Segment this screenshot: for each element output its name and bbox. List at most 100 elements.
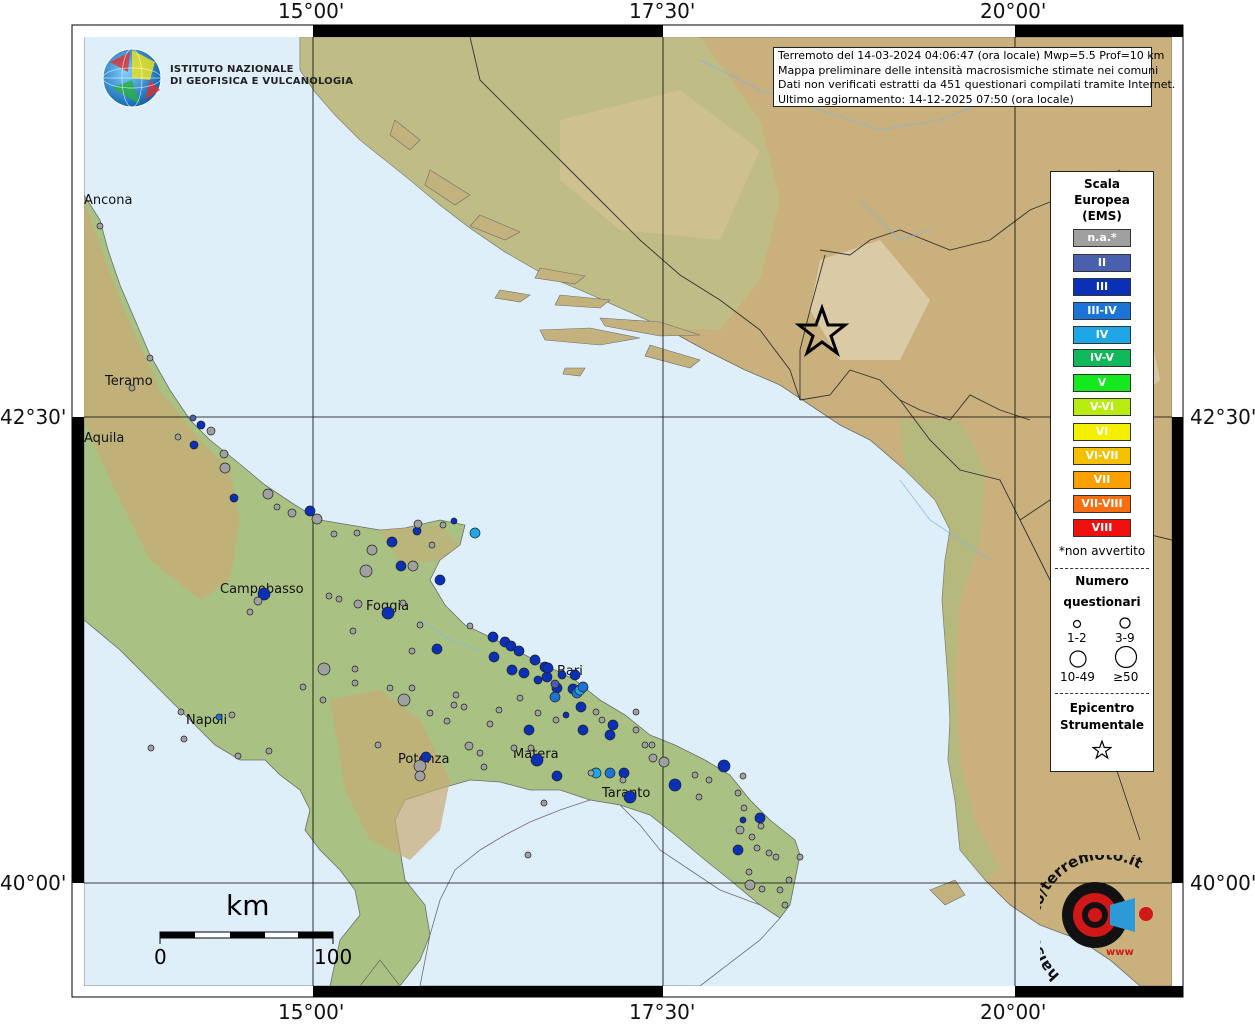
intensity-point: [557, 670, 567, 680]
intensity-point: [513, 645, 525, 657]
intensity-point: [408, 647, 416, 655]
city-teramo: Teramo: [104, 374, 153, 389]
legend-note: *non avvertito: [1058, 544, 1146, 558]
intensity-point: [374, 741, 382, 749]
intensity-point: [739, 772, 747, 780]
intensity-point: [516, 694, 524, 702]
intensity-point: [381, 606, 395, 620]
lat-label-right-2: 40°00': [1190, 871, 1255, 895]
intensity-point: [128, 384, 136, 392]
intensity-point: [443, 717, 451, 725]
intensity-point: [695, 793, 703, 801]
intensity-point: [529, 654, 541, 666]
intensity-point: [575, 701, 587, 713]
lat-label-left-1: 42°30': [0, 405, 67, 429]
intensity-point: [781, 901, 789, 909]
intensity-point: [428, 541, 436, 549]
intensity-point: [648, 741, 656, 749]
legend-epicenter-line2: Strumentale: [1059, 718, 1145, 732]
intensity-point: [754, 812, 766, 824]
intensity-point: [648, 753, 658, 763]
intensity-point: [658, 756, 670, 768]
intensity-point: [146, 354, 154, 362]
legend-chip-viii: VIII: [1073, 519, 1131, 537]
intensity-point: [215, 713, 223, 721]
intensity-point: [598, 716, 606, 724]
intensity-point: [480, 763, 488, 771]
legend-separator: [1055, 568, 1149, 569]
intensity-point: [487, 631, 499, 643]
event-info-line2: Mappa preliminare delle intensità macros…: [778, 63, 1159, 77]
legend-star-icon: [1092, 740, 1112, 760]
intensity-point: [439, 521, 447, 529]
intensity-point: [527, 744, 535, 752]
intensity-point: [174, 433, 182, 441]
intensity-point: [450, 701, 458, 709]
intensity-point: [618, 767, 630, 779]
intensity-point: [147, 744, 155, 752]
intensity-point: [325, 592, 333, 600]
intensity-point: [632, 708, 640, 716]
intensity-point: [551, 770, 563, 782]
legend-size-50: ≥50: [1113, 670, 1139, 684]
intensity-point: [319, 696, 327, 704]
intensity-point: [349, 627, 357, 635]
legend-chip-vii: VII: [1073, 471, 1131, 489]
legend-questionnaires-title: Numero questionari: [1051, 573, 1153, 611]
legend-questionnaires-line1: Numero: [1075, 574, 1129, 588]
intensity-point: [196, 420, 206, 430]
legend-title: Scala Europea (EMS): [1051, 176, 1153, 224]
intensity-point: [206, 426, 216, 436]
legend-size-1-2: 1-2: [1067, 631, 1087, 645]
intensity-point: [228, 711, 236, 719]
intensity-point: [518, 667, 530, 679]
legend-chip-iii: III: [1073, 278, 1131, 296]
intensity-point: [399, 599, 407, 607]
intensity-point: [397, 693, 411, 707]
intensity-point: [416, 621, 424, 629]
intensity-point: [253, 596, 263, 606]
intensity-point: [311, 513, 323, 525]
legend-chip-iv-v: IV-V: [1073, 349, 1131, 367]
intensity-point: [452, 691, 460, 699]
legend-chip-ii: II: [1073, 254, 1131, 272]
intensity-point: [732, 844, 744, 856]
intensity-point: [745, 868, 753, 876]
intensity-point: [765, 849, 773, 857]
intensity-point: [562, 711, 570, 719]
institute-name-line1: ISTITUTO NAZIONALE: [170, 64, 294, 75]
intensity-point: [229, 493, 239, 503]
intensity-point: [287, 508, 297, 518]
intensity-point: [304, 505, 316, 517]
intensity-point: [540, 799, 548, 807]
intensity-point: [541, 671, 553, 683]
intensity-point: [407, 560, 419, 572]
intensity-point: [748, 833, 756, 841]
legend-chip-iii-iv: III-IV: [1073, 302, 1131, 320]
legend-title-line3: (EMS): [1082, 209, 1122, 223]
intensity-point: [351, 665, 359, 673]
intensity-point: [460, 703, 468, 711]
intensity-point: [464, 741, 474, 751]
intensity-point: [758, 885, 766, 893]
legend-size-3-9: 3-9: [1115, 631, 1135, 645]
intensity-point: [386, 684, 394, 692]
institute-name: ISTITUTO NAZIONALE DI GEOFISICA E VULCAN…: [170, 64, 353, 88]
intensity-point: [177, 708, 185, 716]
lon-label-bottom-3: 20°00': [980, 1000, 1047, 1024]
legend-chip-vii-viii: VII-VIII: [1073, 495, 1131, 513]
legend-size-10-49: 10-49: [1060, 670, 1095, 684]
intensity-point: [510, 744, 518, 752]
legend-chip-v-vi: V-VI: [1073, 398, 1131, 416]
watermark-url: www: [1106, 947, 1134, 958]
intensity-point: [530, 753, 544, 767]
lon-label-bottom-1: 15°00': [278, 1000, 345, 1024]
intensity-point: [366, 544, 378, 556]
intensity-point: [506, 664, 518, 676]
intensity-point: [607, 719, 619, 731]
intensity-point: [408, 684, 416, 692]
lon-label-bottom-2: 17°30': [629, 1000, 696, 1024]
intensity-point: [734, 789, 742, 797]
intensity-point: [335, 595, 343, 603]
scale-bar-min: 0: [154, 945, 167, 969]
